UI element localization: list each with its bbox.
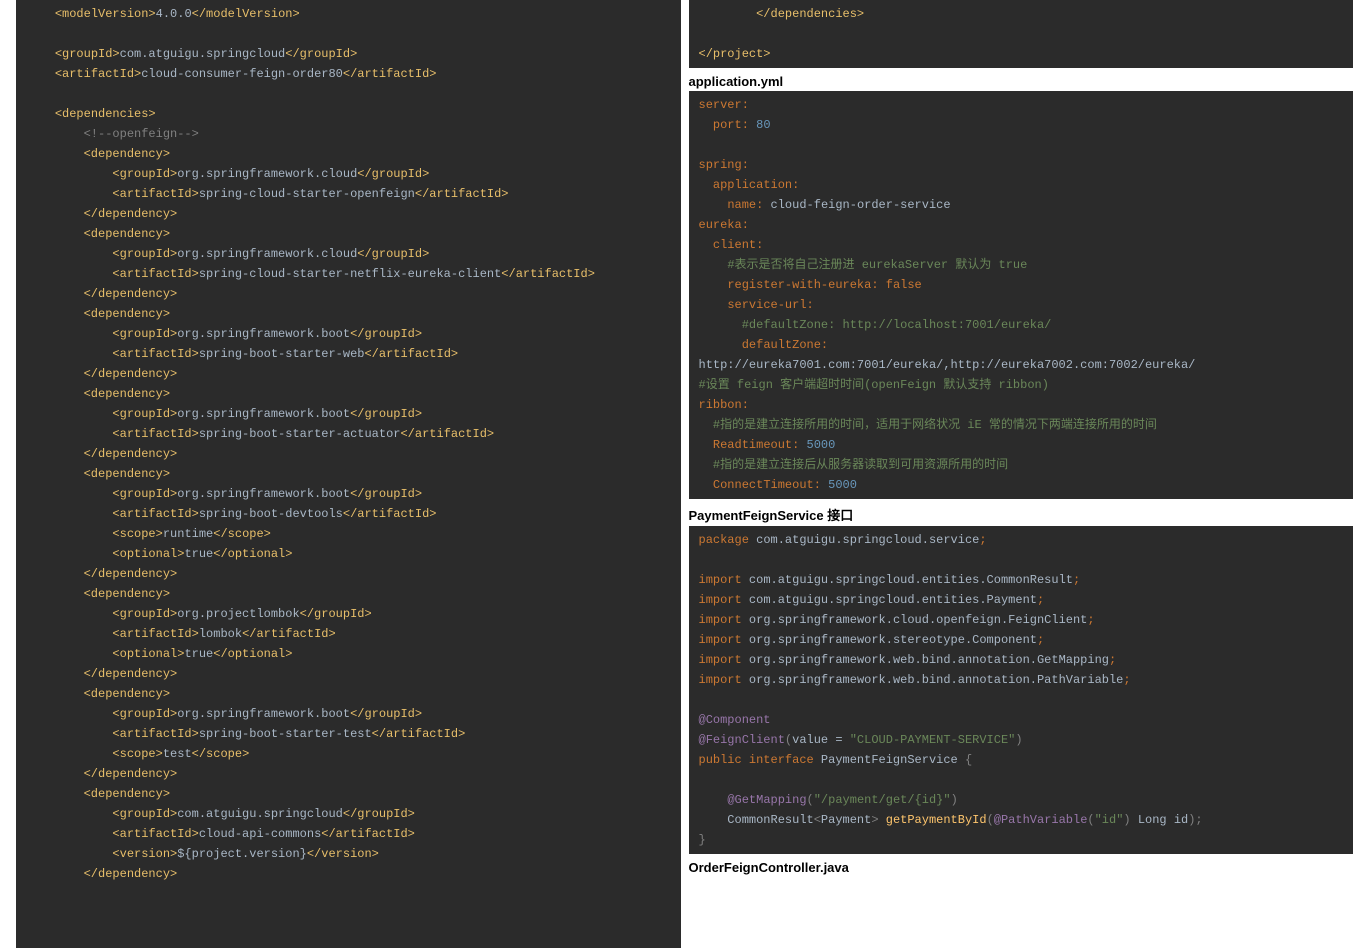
- payment-feign-service-code: package com.atguigu.springcloud.service;…: [689, 526, 1354, 854]
- heading-application-yml: application.yml: [689, 74, 1354, 89]
- left-column: <modelVersion>4.0.0</modelVersion> <grou…: [0, 0, 689, 947]
- heading-order-feign-controller: OrderFeignController.java: [689, 860, 1354, 875]
- pom-xml-code: <modelVersion>4.0.0</modelVersion> <grou…: [16, 0, 681, 948]
- heading-payment-feign-service: PaymentFeignService 接口: [689, 505, 1354, 524]
- two-column-document: <modelVersion>4.0.0</modelVersion> <grou…: [0, 0, 1369, 947]
- right-column: </dependencies> </project> application.y…: [689, 0, 1369, 947]
- pom-xml-tail-code: </dependencies> </project>: [689, 0, 1354, 68]
- application-yml-code: server: port: 80 spring: application: na…: [689, 91, 1354, 499]
